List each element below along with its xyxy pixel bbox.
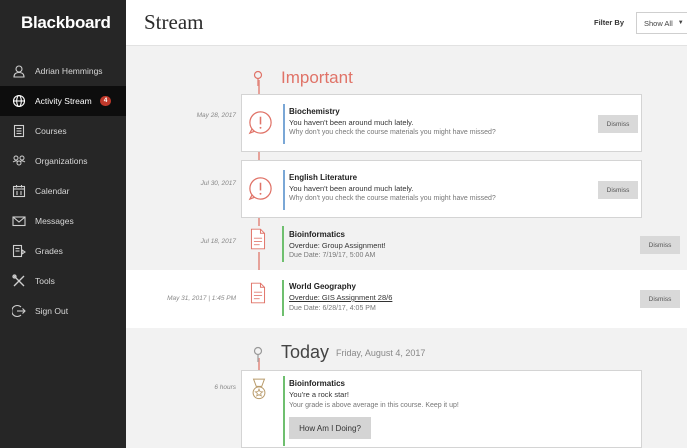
date-label: Jul 18, 2017: [200, 238, 236, 245]
card-divider: [283, 376, 285, 446]
sidebar: Blackboard Adrian Hemmings Activity Stre…: [0, 0, 126, 448]
stream-card: Bioinformatics You're a rock star! Your …: [241, 370, 642, 448]
tools-icon: [12, 274, 26, 288]
sidebar-item-messages[interactable]: Messages: [0, 206, 126, 236]
sidebar-item-sign-out[interactable]: Sign Out: [0, 296, 126, 326]
sidebar-item-grades[interactable]: Grades: [0, 236, 126, 266]
page-title: Stream: [144, 10, 204, 34]
sidebar-item-label: Grades: [35, 246, 63, 256]
sidebar-item-label: Organizations: [35, 156, 88, 166]
sign-out-icon: [12, 304, 26, 318]
sidebar-item-label: Messages: [35, 216, 74, 226]
section-title-today: Today: [281, 342, 330, 362]
dismiss-button[interactable]: Dismiss: [598, 181, 638, 199]
calendar-icon: [12, 184, 26, 198]
globe-icon: [12, 94, 26, 108]
medal-icon: [248, 377, 270, 403]
sidebar-item-profile[interactable]: Adrian Hemmings: [0, 56, 126, 86]
date-label: May 31, 2017 | 1:45 PM: [167, 295, 236, 302]
sidebar-item-activity-stream[interactable]: Activity Stream 4: [0, 86, 126, 116]
card-detail: Why don't you check the course materials…: [289, 195, 496, 202]
card-course: Bioinformatics: [289, 230, 346, 239]
today-date: Friday, August 4, 2017: [336, 348, 426, 358]
dismiss-button[interactable]: Dismiss: [640, 236, 680, 254]
card-message: You haven't been around much lately.: [289, 184, 414, 193]
card-course: Biochemistry: [289, 107, 340, 116]
sidebar-item-label: Tools: [35, 276, 55, 286]
sidebar-nav: Adrian Hemmings Activity Stream 4 Course…: [0, 56, 126, 326]
filter-select[interactable]: Show All ▼: [636, 12, 687, 34]
card-divider: [283, 170, 285, 210]
how-am-i-doing-button[interactable]: How Am I Doing?: [289, 417, 371, 439]
stream-card: Biochemistry You haven't been around muc…: [241, 94, 642, 152]
card-detail: Due Date: 6/28/17, 4:05 PM: [289, 305, 376, 312]
date-label: 6 hours: [214, 384, 236, 391]
page-header: Stream Filter By Show All ▼: [126, 0, 687, 46]
date-label: Jul 30, 2017: [200, 180, 236, 187]
dismiss-button[interactable]: Dismiss: [598, 115, 638, 133]
sidebar-item-label: Adrian Hemmings: [35, 66, 103, 76]
sidebar-item-label: Courses: [35, 126, 67, 136]
card-course: Bioinformatics: [289, 379, 346, 388]
card-course: World Geography: [289, 282, 356, 291]
envelope-icon: [12, 214, 26, 228]
sidebar-item-tools[interactable]: Tools: [0, 266, 126, 296]
sidebar-item-organizations[interactable]: Organizations: [0, 146, 126, 176]
date-label: May 28, 2017: [196, 112, 236, 119]
pin-icon: [253, 346, 263, 362]
card-message: Overdue: Group Assignment!: [289, 241, 386, 250]
chevron-down-icon: ▼: [677, 20, 684, 26]
assignment-icon: [247, 280, 269, 306]
card-divider: [282, 280, 284, 316]
card-detail: Why don't you check the course materials…: [289, 129, 496, 136]
alert-icon: [247, 175, 274, 202]
card-message: You haven't been around much lately.: [289, 118, 414, 127]
grades-icon: [12, 244, 26, 258]
section-title-important: Important: [281, 68, 353, 87]
user-icon: [12, 64, 26, 78]
card-detail: Due Date: 7/19/17, 5:00 AM: [289, 252, 376, 259]
sidebar-item-label: Sign Out: [35, 306, 69, 316]
assignment-link[interactable]: Overdue: GIS Assignment 28/6: [289, 293, 392, 302]
card-course: English Literature: [289, 173, 358, 182]
card-detail: Your grade is above average in this cour…: [289, 402, 459, 409]
filter-label: Filter By: [594, 18, 625, 27]
card-divider: [283, 104, 285, 144]
dismiss-button[interactable]: Dismiss: [640, 290, 680, 308]
pin-icon: [253, 70, 263, 86]
filter-value: Show All: [644, 18, 673, 28]
card-message: You're a rock star!: [289, 390, 349, 399]
sidebar-item-label: Calendar: [35, 186, 70, 196]
sidebar-item-calendar[interactable]: Calendar: [0, 176, 126, 206]
stream-card: English Literature You haven't been arou…: [241, 160, 642, 218]
card-divider: [282, 226, 284, 262]
brand-logo: Blackboard: [21, 13, 111, 32]
alert-icon: [247, 109, 274, 136]
assignment-icon: [247, 226, 269, 252]
people-icon: [12, 154, 26, 168]
book-icon: [12, 124, 26, 138]
sidebar-item-label: Activity Stream: [35, 96, 92, 106]
sidebar-item-courses[interactable]: Courses: [0, 116, 126, 146]
notification-badge: 4: [99, 96, 112, 106]
